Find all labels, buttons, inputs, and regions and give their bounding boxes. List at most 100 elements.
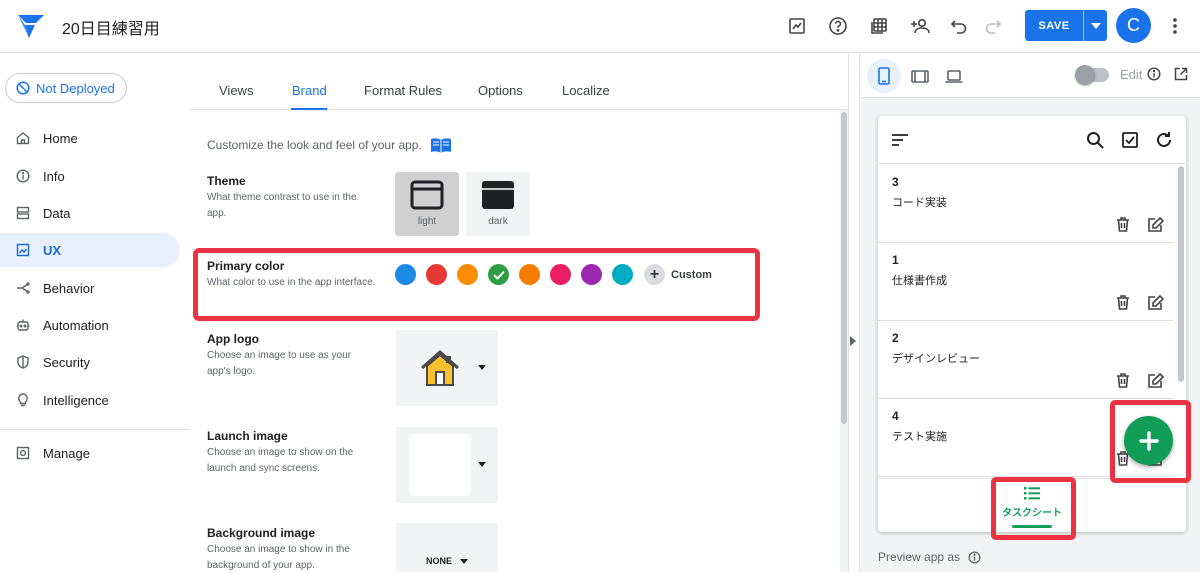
search-icon[interactable] xyxy=(1086,131,1104,149)
main-scrollbar-thumb[interactable] xyxy=(841,112,847,424)
background-image-description: Choose an image to show in the backgroun… xyxy=(207,544,350,571)
edit-icon[interactable] xyxy=(1148,295,1164,310)
theme-title: Theme xyxy=(207,174,246,188)
sidebar-item-security[interactable]: Security xyxy=(0,345,180,379)
theme-option-label: light xyxy=(417,216,437,227)
checkbox-icon[interactable] xyxy=(1122,132,1138,148)
automation-icon xyxy=(16,319,30,331)
sidebar-item-behavior[interactable]: Behavior xyxy=(0,271,180,305)
info-icon[interactable] xyxy=(968,550,981,564)
ux-icon xyxy=(16,243,30,257)
launch-image-title: Launch image xyxy=(207,429,288,443)
collapse-arrow-icon[interactable] xyxy=(850,336,856,346)
deploy-status-chip[interactable]: Not Deployed xyxy=(5,73,127,103)
launch-image-preview xyxy=(409,434,471,496)
sidebar-divider xyxy=(0,429,190,430)
device-desktop-button[interactable] xyxy=(937,59,971,93)
intro-text: Customize the look and feel of your app. xyxy=(207,138,422,152)
help-icon[interactable] xyxy=(825,13,851,39)
tablet-icon xyxy=(911,69,929,83)
sidebar-item-home[interactable]: Home xyxy=(0,121,180,155)
refresh-icon[interactable] xyxy=(1155,131,1173,149)
edit-mode-toggle[interactable] xyxy=(1075,65,1109,85)
app-title: 20日目練習用 xyxy=(62,21,160,38)
sidebar-item-label: Intelligence xyxy=(43,392,109,408)
phone-scrollbar[interactable] xyxy=(1178,166,1184,382)
chart-icon[interactable] xyxy=(784,13,810,39)
device-tablet-button[interactable] xyxy=(903,59,937,93)
task-name: 仕様書作成 xyxy=(892,275,947,287)
sidebar-item-automation[interactable]: Automation xyxy=(0,308,180,342)
theme-option-light[interactable]: light xyxy=(395,172,459,236)
task-card[interactable]: 2 デザインレビュー xyxy=(878,321,1174,399)
task-name: コード実装 xyxy=(892,197,947,209)
user-avatar[interactable]: C xyxy=(1116,8,1151,43)
tab-brand[interactable]: Brand xyxy=(292,83,327,98)
info-icon[interactable] xyxy=(1147,67,1161,81)
undo-icon[interactable] xyxy=(946,13,972,39)
task-number: 2 xyxy=(892,331,899,345)
primary-color-highlight-box xyxy=(193,248,760,321)
trash-icon[interactable] xyxy=(1116,295,1130,310)
appsheet-logo[interactable] xyxy=(16,12,46,40)
sort-menu-icon[interactable] xyxy=(892,133,908,147)
edit-icon[interactable] xyxy=(1148,217,1164,232)
task-card[interactable]: 3 コード実装 xyxy=(878,165,1174,243)
app-logo-picker[interactable] xyxy=(396,330,498,406)
task-name: デザインレビュー xyxy=(892,353,980,365)
app-header xyxy=(878,116,1186,164)
info-icon xyxy=(16,169,30,183)
trash-icon[interactable] xyxy=(1116,217,1130,232)
background-image-title: Background image xyxy=(207,526,316,540)
redo-icon[interactable] xyxy=(980,13,1006,39)
app-logo-description: Choose an image to use as your app's log… xyxy=(207,350,351,377)
edit-icon[interactable] xyxy=(1148,373,1164,388)
manage-icon xyxy=(16,446,30,460)
task-number: 4 xyxy=(892,409,899,423)
sidebar-item-intelligence[interactable]: Intelligence xyxy=(0,383,180,417)
sidebar-item-label: Info xyxy=(43,168,65,184)
add-person-icon[interactable] xyxy=(908,13,934,39)
app-logo-title: App logo xyxy=(207,332,259,346)
preview-app-as: Preview app as xyxy=(878,550,981,564)
preview-app-as-label: Preview app as xyxy=(878,550,961,564)
sidebar-item-manage[interactable]: Manage xyxy=(0,436,180,470)
chevron-down-icon xyxy=(460,558,469,564)
sidebar-item-ux[interactable]: UX xyxy=(0,233,180,267)
tab-format-rules[interactable]: Format Rules xyxy=(364,83,442,98)
background-image-value: NONE xyxy=(426,556,469,566)
panel-splitter[interactable] xyxy=(848,53,860,572)
save-dropdown-caret-icon[interactable] xyxy=(1083,10,1107,41)
open-in-new-icon[interactable] xyxy=(1174,67,1188,81)
task-card[interactable]: 1 仕様書作成 xyxy=(878,243,1174,321)
window-light-icon xyxy=(410,180,444,210)
launch-image-picker[interactable] xyxy=(396,427,498,503)
device-phone-button[interactable] xyxy=(867,59,901,93)
sidebar-item-data[interactable]: Data xyxy=(0,196,180,230)
trash-icon[interactable] xyxy=(1116,373,1130,388)
background-image-value-text: NONE xyxy=(426,556,453,566)
edit-mode-label: Edit xyxy=(1120,67,1143,82)
top-bar xyxy=(0,0,1200,53)
behavior-icon xyxy=(17,282,30,294)
book-icon[interactable] xyxy=(430,137,452,153)
sidebar-item-info[interactable]: Info xyxy=(0,159,180,193)
sidebar-item-label: Home xyxy=(43,130,78,146)
save-button[interactable]: SAVE xyxy=(1025,10,1107,41)
theme-option-label: dark xyxy=(488,216,508,227)
tab-views[interactable]: Views xyxy=(219,83,253,98)
tab-options[interactable]: Options xyxy=(478,83,523,98)
more-vertical-icon[interactable] xyxy=(1166,14,1184,38)
sidebar-item-label: UX xyxy=(43,242,62,258)
background-image-picker[interactable]: NONE xyxy=(396,523,498,572)
window-dark-icon xyxy=(482,181,514,209)
grid-icon[interactable] xyxy=(866,13,892,39)
fab-highlight-box xyxy=(1110,400,1191,483)
brand-tabs-bar: Views Brand Format Rules Options Localiz… xyxy=(190,53,850,110)
tab-localize[interactable]: Localize xyxy=(562,83,610,98)
sidebar-item-label: Manage xyxy=(43,445,90,461)
theme-description: What theme contrast to use in the app. xyxy=(207,192,357,219)
theme-option-dark[interactable]: dark xyxy=(466,172,530,236)
launch-image-description: Choose an image to show on the launch an… xyxy=(207,447,354,474)
left-sidebar: Not Deployed Home Info Data UX Behavior … xyxy=(0,53,190,572)
